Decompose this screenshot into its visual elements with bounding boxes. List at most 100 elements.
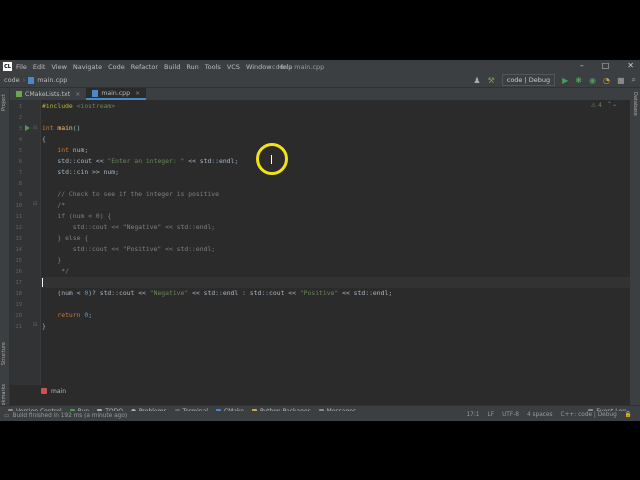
code-line[interactable]: return 0; (42, 310, 92, 321)
code-line[interactable]: } (42, 321, 46, 332)
maximize-button[interactable]: □ (602, 61, 610, 70)
line-number: 1 (18, 104, 22, 110)
code-token: "Positive" (299, 289, 339, 297)
code-line[interactable]: (num < 0)? std::cout << "Negative" << st… (42, 288, 392, 299)
lock-icon[interactable]: 🔓 (625, 412, 632, 418)
debug-icon[interactable]: ✱ (575, 76, 582, 85)
ide-window: CL File Edit View Navigate Code Refactor… (0, 60, 640, 421)
menu-run[interactable]: Run (186, 63, 198, 71)
cursor-highlight-ring (256, 143, 288, 175)
tab-close-icon[interactable]: × (135, 90, 140, 97)
line-number: 18 (15, 291, 22, 297)
warnings-indicator[interactable]: ⚠ 4 (591, 102, 602, 109)
code-line[interactable]: std::cout << "Enter an integer: " << std… (42, 156, 238, 167)
code-line[interactable]: } else { (42, 233, 88, 244)
menu-window[interactable]: Window (246, 63, 272, 71)
code-line[interactable]: std::cout << "Positive" << std::endl; (42, 244, 215, 255)
code-token: // Check to see if the integer is positi… (42, 190, 219, 198)
run-gutter-icon[interactable] (25, 125, 30, 131)
resolve-context[interactable]: C++: code | Debug (561, 412, 617, 418)
structure-tool-button[interactable]: Structure (1, 342, 7, 365)
crumb-separator: › (22, 76, 26, 84)
menu-edit[interactable]: Edit (33, 63, 46, 71)
line-separator[interactable]: LF (487, 412, 494, 418)
code-token: { (42, 135, 46, 143)
code-token: /* (42, 201, 66, 209)
code-line[interactable]: std::cout << "Negative" << std::endl; (42, 222, 215, 233)
tab-label: CMakeLists.txt (25, 90, 71, 98)
inspection-nav-arrows[interactable]: ⌃⌄ (607, 101, 617, 108)
window-controls: – □ ✕ (580, 61, 634, 70)
line-number: 13 (15, 236, 22, 242)
status-message[interactable]: Build finished in 192 ms (a minute ago) (12, 413, 127, 419)
code-token: */ (42, 267, 69, 275)
database-tool-button[interactable]: Database (632, 92, 638, 116)
tab-main-cpp[interactable]: main.cpp × (86, 88, 147, 100)
code-token: std::cin >> num; (42, 168, 119, 176)
menu-build[interactable]: Build (164, 63, 180, 71)
indent-setting[interactable]: 4 spaces (527, 412, 553, 418)
code-line[interactable]: int num; (42, 145, 88, 156)
code-token: std::cout << "Negative" << std::endl; (42, 223, 216, 231)
code-line[interactable]: } (42, 255, 61, 266)
menu-file[interactable]: File (16, 63, 27, 71)
code-line[interactable]: #include <iostream> (42, 101, 115, 112)
fold-icon[interactable]: ⊟ (33, 125, 37, 131)
project-crumb[interactable]: code (4, 76, 20, 84)
build-hammer-icon[interactable]: ⚒ (488, 76, 495, 85)
file-encoding[interactable]: UTF-8 (502, 412, 519, 418)
code-line[interactable]: if (num < 0) { (42, 211, 111, 222)
code-line[interactable]: */ (42, 266, 69, 277)
window-title: code - main.cpp (272, 63, 325, 71)
user-icon[interactable]: ♟ (473, 76, 480, 85)
line-number: 9 (18, 192, 22, 198)
text-caret (42, 278, 43, 287)
search-everywhere-icon[interactable]: ⌕ (632, 75, 636, 85)
code-token: )? std::cout << (88, 289, 150, 297)
stop-icon[interactable]: ■ (617, 76, 625, 85)
code-token: () (72, 124, 81, 132)
minimize-button[interactable]: – (580, 61, 584, 70)
file-crumb[interactable]: main.cpp (37, 76, 67, 84)
status-bar: ▭ Build finished in 192 ms (a minute ago… (0, 411, 640, 421)
line-number: 15 (15, 258, 22, 264)
line-number: 21 (15, 324, 22, 330)
code-line[interactable]: std::cin >> num; (42, 167, 119, 178)
code-line[interactable]: int main() (42, 123, 80, 134)
line-number: 16 (15, 269, 22, 275)
code-token: << std::endl; (184, 157, 239, 165)
code-token: } else { (42, 234, 89, 242)
project-tool-button[interactable]: Project (1, 94, 7, 111)
code-token: main (57, 124, 73, 132)
code-line[interactable]: // Check to see if the integer is positi… (42, 189, 219, 200)
menu-view[interactable]: View (51, 63, 66, 71)
menu-tools[interactable]: Tools (205, 63, 221, 71)
caret-position[interactable]: 17:1 (466, 412, 479, 418)
code-editor[interactable]: #include <iostream> int main(){ int num; … (10, 100, 630, 405)
editor-tabs: CMakeLists.txt × main.cpp × (10, 88, 630, 100)
menu-vcs[interactable]: VCS (227, 63, 240, 71)
code-line[interactable]: { (42, 134, 46, 145)
line-number: 5 (18, 148, 22, 154)
tab-label: main.cpp (101, 89, 131, 97)
editor-breadcrumb[interactable]: main (41, 386, 66, 396)
fold-icon[interactable]: ⊟ (33, 201, 37, 207)
code-token: "Enter an integer: " (107, 157, 185, 165)
close-button[interactable]: ✕ (627, 61, 634, 70)
code-token: std::cout << (42, 157, 108, 165)
run-icon[interactable]: ▶ (562, 76, 568, 85)
coverage-icon[interactable]: ◉ (589, 76, 596, 85)
tab-close-icon[interactable]: × (75, 91, 80, 98)
menu-refactor[interactable]: Refactor (131, 63, 158, 71)
tab-cmakelists[interactable]: CMakeLists.txt × (10, 88, 86, 100)
menu-code[interactable]: Code (108, 63, 125, 71)
fold-icon[interactable]: ⊟ (33, 322, 37, 328)
profile-icon[interactable]: ◔ (603, 76, 610, 85)
run-config-selector[interactable]: code | Debug (501, 74, 556, 86)
menu-navigate[interactable]: Navigate (73, 63, 102, 71)
line-number: 12 (15, 225, 22, 231)
line-number: 20 (15, 313, 22, 319)
code-line[interactable]: /* (42, 200, 65, 211)
code-token: << std::endl : std::cout << (188, 289, 300, 297)
line-number: 11 (15, 214, 22, 220)
